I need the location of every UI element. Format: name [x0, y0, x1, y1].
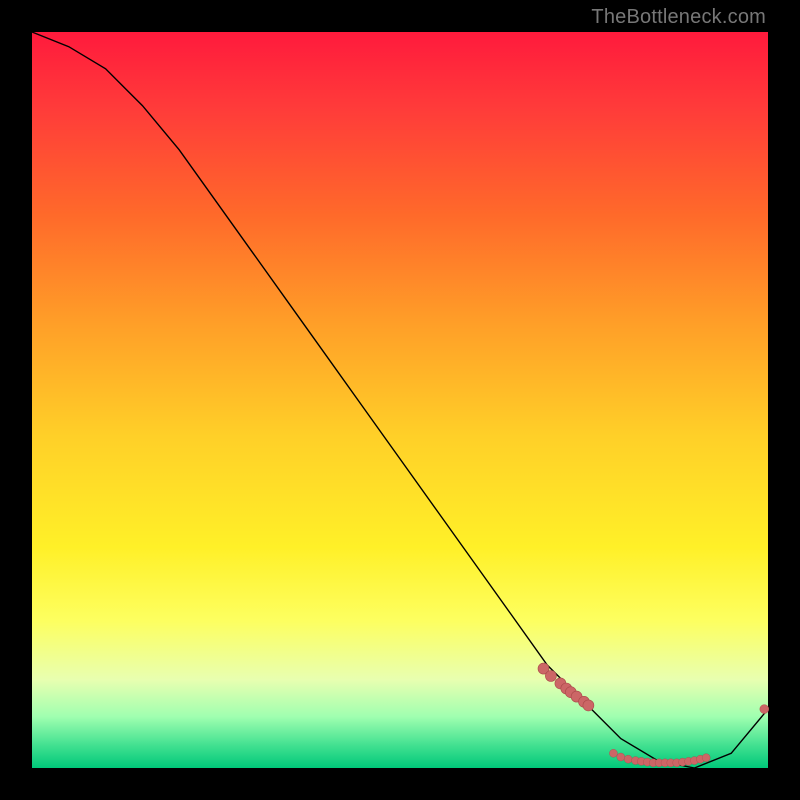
watermark-text: TheBottleneck.com — [591, 6, 766, 29]
data-point — [760, 705, 769, 714]
data-point — [617, 753, 625, 761]
data-point — [702, 754, 710, 762]
data-point — [624, 755, 632, 763]
data-point — [545, 671, 556, 682]
data-point — [609, 749, 617, 757]
chart-canvas — [32, 32, 768, 768]
scatter-points — [538, 663, 769, 767]
data-point — [583, 700, 594, 711]
bottleneck-curve — [32, 32, 768, 768]
